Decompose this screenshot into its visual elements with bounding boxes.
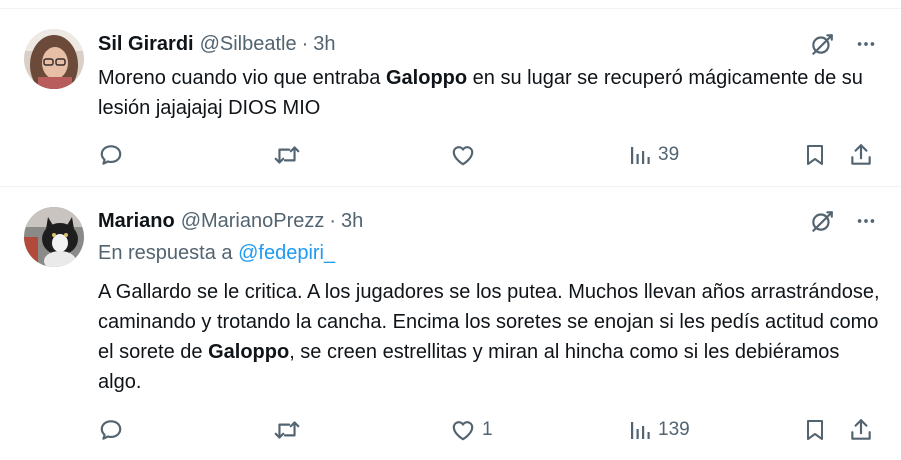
tweet-top-icons <box>809 31 877 62</box>
tweet[interactable]: Sil Girardi @Silbeatle · 3h Moreno cuand… <box>0 9 901 187</box>
author-name[interactable]: Mariano <box>98 210 175 233</box>
tweet-header: Mariano @MarianoPrezz · 3h <box>98 208 363 234</box>
retweet-icon <box>273 142 301 168</box>
share-icon <box>848 142 874 168</box>
separator: · <box>329 209 337 232</box>
bookmark-icon <box>803 142 827 168</box>
tweet-actions: 39 <box>98 140 878 170</box>
more-icon[interactable] <box>855 33 877 60</box>
retweet-icon <box>273 417 301 443</box>
views-button[interactable]: 39 <box>628 140 679 170</box>
tweet-actions: 1 139 <box>98 415 878 445</box>
timestamp[interactable]: 3h <box>313 33 335 56</box>
timestamp[interactable]: 3h <box>341 210 363 233</box>
view-count: 139 <box>658 419 690 440</box>
tweet-top-icons <box>809 208 877 239</box>
share-icon <box>848 417 874 443</box>
like-button[interactable] <box>450 140 482 170</box>
share-button[interactable] <box>848 415 874 445</box>
avatar[interactable] <box>24 29 84 89</box>
like-icon <box>450 142 476 168</box>
tweet-text: Moreno cuando vio que entraba Galoppo en… <box>98 63 888 123</box>
like-count: 1 <box>482 419 493 440</box>
author-name[interactable]: Sil Girardi <box>98 33 194 56</box>
grok-icon[interactable] <box>809 31 835 62</box>
reply-button[interactable] <box>98 415 124 445</box>
avatar[interactable] <box>24 207 84 267</box>
separator: · <box>301 32 309 55</box>
tweet-text: A Gallardo se le critica. A los jugadore… <box>98 277 888 397</box>
views-button[interactable]: 139 <box>628 415 690 445</box>
grok-icon[interactable] <box>809 208 835 239</box>
share-button[interactable] <box>848 140 874 170</box>
reply-icon <box>98 142 124 168</box>
bookmark-icon <box>803 417 827 443</box>
view-count: 39 <box>658 144 680 165</box>
more-icon[interactable] <box>855 210 877 237</box>
bookmark-button[interactable] <box>803 415 827 445</box>
reply-prefix: En respuesta a <box>98 242 239 264</box>
author-handle[interactable]: @MarianoPrezz <box>181 210 325 233</box>
reply-context: En respuesta a @fedepiri_ <box>98 242 335 265</box>
bookmark-button[interactable] <box>803 140 827 170</box>
views-icon <box>628 418 652 442</box>
like-icon <box>450 417 476 443</box>
like-button[interactable]: 1 <box>450 415 493 445</box>
reply-icon <box>98 417 124 443</box>
tweet-header: Sil Girardi @Silbeatle · 3h <box>98 31 336 57</box>
tweet-text-bold: Galoppo <box>385 67 468 89</box>
retweet-button[interactable] <box>273 415 301 445</box>
tweet-text-bold: Galoppo <box>208 341 290 363</box>
reply-handle-link[interactable]: @fedepiri_ <box>238 242 335 264</box>
retweet-button[interactable] <box>273 140 301 170</box>
tweet[interactable]: Mariano @MarianoPrezz · 3h En respuesta … <box>0 187 901 460</box>
top-divider <box>0 0 901 9</box>
views-icon <box>628 143 652 167</box>
tweet-text-part: Moreno cuando vio que entraba <box>98 67 386 89</box>
author-handle[interactable]: @Silbeatle <box>200 33 297 56</box>
reply-button[interactable] <box>98 140 124 170</box>
